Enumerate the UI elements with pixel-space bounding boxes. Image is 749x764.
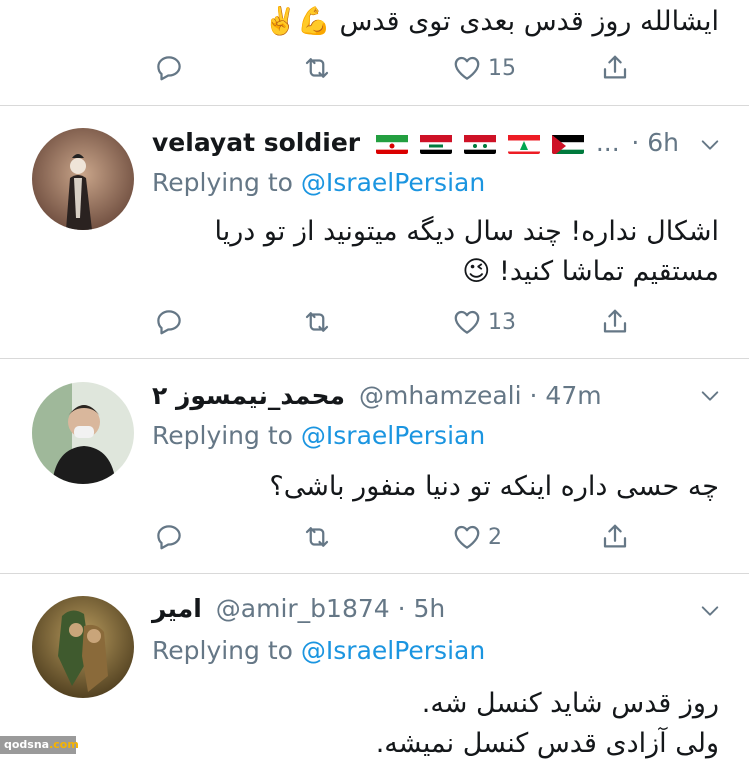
retweet-button[interactable]: [302, 302, 332, 342]
tweet-header: velayat soldier ... · 6h: [152, 126, 719, 160]
watermark-brand: qodsna: [4, 738, 50, 751]
flag-lebanon: [507, 132, 540, 154]
tweet-actions: 13: [0, 302, 749, 342]
reply-button[interactable]: [154, 302, 184, 342]
tweet-text: ایشالله روز قدس بعدی توی قدس 💪✌️: [263, 6, 719, 37]
replying-prefix: Replying to: [152, 168, 301, 197]
replying-to: Replying to @IsraelPersian: [152, 634, 485, 668]
like-button[interactable]: 15: [452, 48, 516, 88]
tweet-text: چه حسی داره اینکه تو دنیا منفور باشی؟: [269, 471, 719, 502]
reply-button[interactable]: [154, 48, 184, 88]
flag-palestine: [551, 132, 584, 154]
author-name[interactable]: امیر: [152, 594, 202, 623]
retweet-button[interactable]: [302, 48, 332, 88]
share-icon: [603, 524, 627, 548]
like-button[interactable]: 13: [452, 302, 516, 342]
like-button[interactable]: 2: [452, 517, 502, 557]
mention-link[interactable]: @IsraelPersian: [301, 421, 485, 450]
name-ellipsis: ...: [595, 128, 620, 157]
retweet-icon: [305, 527, 329, 547]
like-icon: [454, 310, 480, 334]
reply-icon: [157, 56, 181, 81]
retweet-icon: [305, 58, 329, 78]
tweet-header: محمد_نیمسوز ۲ @mhamzeali · 47m: [152, 379, 719, 413]
mention-link[interactable]: @IsraelPersian: [301, 168, 485, 197]
tweet[interactable]: امیر @amir_b1874 · 5h Replying to @Israe…: [0, 574, 749, 764]
tweet-text-line: روز قدس شاید کنسل شه.: [421, 688, 719, 719]
share-icon: [603, 55, 627, 79]
author-handle[interactable]: @mhamzeali: [359, 381, 522, 410]
avatar[interactable]: [32, 128, 134, 230]
author-name[interactable]: velayat soldier: [152, 128, 360, 157]
retweet-icon: [305, 312, 329, 332]
tweet[interactable]: ایشالله روز قدس بعدی توی قدس 💪✌️ 15: [0, 0, 749, 105]
tweet-time[interactable]: · 6h: [631, 126, 679, 160]
like-count: 2: [488, 524, 502, 550]
chevron-down-icon[interactable]: [699, 600, 721, 622]
mention-link[interactable]: @IsraelPersian: [301, 636, 485, 665]
share-icon: [603, 309, 627, 333]
retweet-button[interactable]: [302, 517, 332, 557]
avatar[interactable]: [32, 382, 134, 484]
reply-button[interactable]: [154, 517, 184, 557]
tweet-actions: 15: [0, 48, 749, 88]
site-watermark: qodsna.com: [0, 736, 79, 754]
share-button[interactable]: [600, 48, 630, 88]
tweet-actions: 2: [0, 517, 749, 557]
tweet-text: روز قدس شاید کنسل شه. ولی آزادی قدس کنسل…: [152, 684, 719, 764]
tweet-time[interactable]: · 47m: [530, 381, 602, 410]
replying-prefix: Replying to: [152, 421, 301, 450]
replying-to: Replying to @IsraelPersian: [152, 166, 485, 200]
reply-icon: [157, 310, 181, 335]
like-count: 15: [488, 55, 516, 81]
chevron-down-icon[interactable]: [699, 134, 721, 156]
replying-prefix: Replying to: [152, 636, 301, 665]
flag-iran: [376, 132, 409, 154]
replying-to: Replying to @IsraelPersian: [152, 419, 485, 453]
flag-syria: [463, 132, 496, 154]
tweet[interactable]: محمد_نیمسوز ۲ @mhamzeali · 47m Replying …: [0, 359, 749, 573]
like-icon: [454, 56, 480, 80]
like-icon: [454, 525, 480, 549]
tweet[interactable]: velayat soldier ... · 6h Replying to @Is…: [0, 106, 749, 358]
tweet-header: امیر @amir_b1874 · 5h: [152, 592, 719, 626]
tweet-text: اشکال نداره! چند سال دیگه میتونید از تو …: [214, 216, 719, 287]
share-button[interactable]: [600, 517, 630, 557]
reply-icon: [157, 525, 181, 550]
watermark-tld: .com: [49, 738, 79, 751]
tweet-text-line: ولی آزادی قدس کنسل نمیشه.: [375, 728, 719, 759]
flag-iraq: [420, 132, 453, 154]
like-count: 13: [488, 309, 516, 335]
author-handle[interactable]: @amir_b1874: [216, 594, 390, 623]
author-name[interactable]: محمد_نیمسوز ۲: [152, 381, 345, 410]
tweet-time[interactable]: · 5h: [398, 594, 446, 623]
avatar[interactable]: [32, 596, 134, 698]
share-button[interactable]: [600, 302, 630, 342]
chevron-down-icon[interactable]: [699, 385, 721, 407]
